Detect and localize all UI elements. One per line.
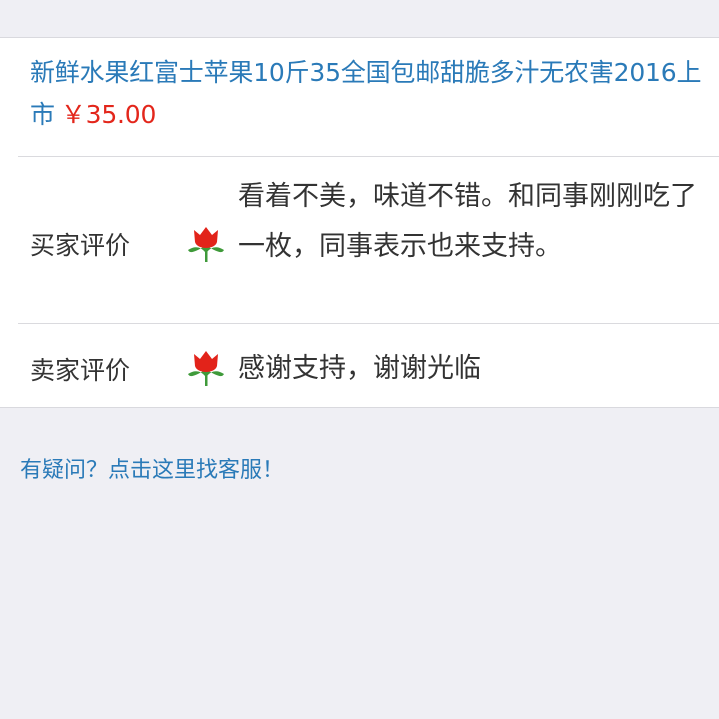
buyer-review-label: 买家评价 (30, 231, 131, 260)
divider (18, 156, 719, 157)
red-flower-icon (188, 227, 224, 262)
review-card: 新鲜水果红富士苹果10斤35全国包邮甜脆多汁无农害2016上市 ￥35.00 买家… (0, 37, 719, 408)
seller-review-text: 感谢支持，谢谢光临 (238, 353, 481, 384)
divider (18, 323, 719, 324)
red-flower-icon (188, 351, 224, 386)
product-title-link[interactable]: 新鲜水果红富士苹果10斤35全国包邮甜脆多汁无农害2016上市 ￥35.00 (30, 52, 702, 136)
page: 新鲜水果红富士苹果10斤35全国包邮甜脆多汁无农害2016上市 ￥35.00 买家… (0, 0, 719, 719)
buyer-review-text: 看着不美，味道不错。和同事刚刚吃了一枚，同事表示也来支持。 (238, 181, 697, 262)
seller-review-label: 卖家评价 (30, 356, 131, 385)
product-price: ￥35.00 (60, 100, 157, 129)
customer-service-link[interactable]: 有疑问？点击这里找客服！ (20, 452, 284, 484)
